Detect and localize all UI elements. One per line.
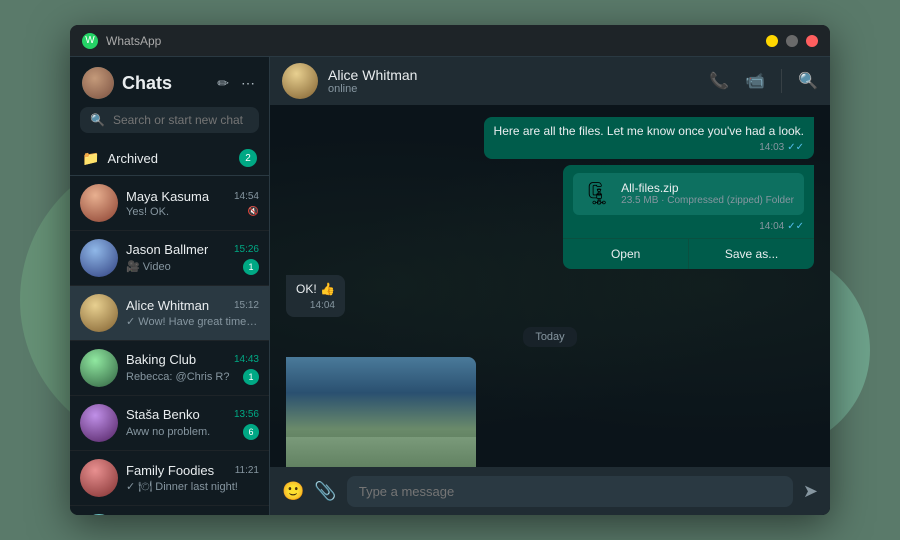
date-divider: Today [286, 327, 814, 347]
header-divider [781, 69, 782, 93]
date-divider-text: Today [523, 327, 576, 347]
message-row-image: So beautiful here! ❤️ 15:06 [286, 357, 814, 467]
avatar [80, 184, 118, 222]
video-call-icon[interactable]: 📹 [745, 71, 765, 91]
sidebar-title: Chats [122, 73, 207, 94]
chat-list: 📁 Archived 2 Maya Kasuma 14:54 Yes! OK. [70, 141, 269, 515]
file-info-row: 🗜 All-files.zip 23.5 MB · Compressed (zi… [573, 173, 804, 215]
chat-item[interactable]: Staša Benko 13:56 Aww no problem. 6 [70, 396, 269, 451]
message-time: 14:04 [759, 221, 784, 232]
chat-header: Alice Whitman online 📞 📹 🔍 [270, 57, 830, 105]
avatar [80, 459, 118, 497]
chat-item[interactable]: Family Foodies 11:21 ✓ 🍽 Dinner last nig… [70, 451, 269, 506]
message-input[interactable] [347, 476, 793, 507]
contact-info: Alice Whitman online [328, 67, 699, 95]
chat-item[interactable]: Baking Club 14:43 Rebecca: @Chris R? 1 [70, 341, 269, 396]
chat-item[interactable]: Maya Kasuma 14:54 Yes! OK. 🔇 [70, 176, 269, 231]
app-window: W WhatsApp — □ ✕ Chats ✏ ⋯ 🔍 [70, 25, 830, 515]
message-bubble: OK! 👍 14:04 [286, 275, 345, 317]
voice-call-icon[interactable]: 📞 [709, 71, 729, 91]
close-button[interactable]: ✕ [806, 35, 818, 47]
chat-info: Jason Ballmer 15:26 🎥 Video 1 [126, 242, 259, 275]
avatar [80, 349, 118, 387]
chat-info: Staša Benko 13:56 Aww no problem. 6 [126, 407, 259, 440]
chat-info: Maya Kasuma 14:54 Yes! OK. 🔇 [126, 189, 259, 218]
chat-item[interactable]: Mark Rogers 11:05 Nope. I can't go unfor… [70, 506, 269, 515]
muted-icon: 🔇 [248, 206, 259, 217]
input-bar: 🙂 📎 ➤ [270, 467, 830, 515]
search-input[interactable] [113, 113, 249, 127]
app-logo: W [82, 33, 98, 49]
chat-info: Baking Club 14:43 Rebecca: @Chris R? 1 [126, 352, 259, 385]
attach-icon[interactable]: 📎 [314, 481, 336, 502]
chat-panel: Alice Whitman online 📞 📹 🔍 Here are all … [270, 57, 830, 515]
window-controls: — □ ✕ [766, 35, 818, 47]
archived-label: Archived [107, 151, 231, 166]
search-messages-icon[interactable]: 🔍 [798, 71, 818, 91]
image-content [286, 357, 476, 467]
messages-area: Here are all the files. Let me know once… [270, 105, 830, 467]
file-bubble: 🗜 All-files.zip 23.5 MB · Compressed (zi… [563, 165, 814, 269]
message-text: Here are all the files. Let me know once… [494, 123, 804, 140]
user-avatar[interactable] [82, 67, 114, 99]
archived-badge: 2 [239, 149, 257, 167]
chat-header-actions: 📞 📹 🔍 [709, 69, 818, 93]
unread-badge: 6 [243, 424, 259, 440]
avatar [80, 404, 118, 442]
message-bubble: Here are all the files. Let me know once… [484, 117, 814, 159]
file-name: All-files.zip [621, 181, 794, 195]
menu-icon[interactable]: ⋯ [239, 73, 257, 94]
archive-icon: 📁 [82, 150, 99, 167]
emoji-icon[interactable]: 🙂 [282, 481, 304, 502]
send-button[interactable]: ➤ [803, 481, 818, 502]
avatar [80, 514, 118, 515]
search-bar: 🔍 [80, 107, 259, 133]
maximize-button[interactable]: □ [786, 35, 798, 47]
avatar [80, 239, 118, 277]
message-ticks: ✓✓ [787, 142, 804, 153]
chat-item[interactable]: Jason Ballmer 15:26 🎥 Video 1 [70, 231, 269, 286]
new-chat-icon[interactable]: ✏ [215, 73, 231, 94]
title-bar: W WhatsApp — □ ✕ [70, 25, 830, 57]
message-time: 14:03 [759, 142, 784, 153]
contact-name: Alice Whitman [328, 67, 699, 83]
file-actions: Open Save as... [563, 238, 814, 269]
file-details: All-files.zip 23.5 MB · Compressed (zipp… [621, 181, 794, 206]
app-title: WhatsApp [106, 34, 766, 48]
contact-status: online [328, 83, 699, 95]
chat-info: Family Foodies 11:21 ✓ 🍽 Dinner last nig… [126, 463, 259, 493]
avatar [80, 294, 118, 332]
sidebar-action-icons: ✏ ⋯ [215, 73, 257, 94]
message-row: Here are all the files. Let me know once… [286, 117, 814, 159]
search-icon: 🔍 [90, 113, 105, 127]
message-text: OK! 👍 [296, 281, 335, 298]
zip-file-icon: 🗜 [583, 181, 611, 207]
chat-info: Alice Whitman 15:12 ✓ Wow! Have great ti… [126, 298, 259, 328]
open-file-button[interactable]: Open [563, 239, 689, 269]
chat-item-active[interactable]: Alice Whitman 15:12 ✓ Wow! Have great ti… [70, 286, 269, 341]
unread-badge: 1 [243, 369, 259, 385]
message-time: 14:04 [310, 300, 335, 311]
message-row: OK! 👍 14:04 [286, 275, 814, 317]
minimize-button[interactable]: — [766, 35, 778, 47]
sidebar: Chats ✏ ⋯ 🔍 📁 Archived 2 [70, 57, 270, 515]
main-content: Chats ✏ ⋯ 🔍 📁 Archived 2 [70, 57, 830, 515]
message-row-file: 🗜 All-files.zip 23.5 MB · Compressed (zi… [286, 165, 814, 269]
archived-row[interactable]: 📁 Archived 2 [70, 141, 269, 176]
file-size: 23.5 MB · Compressed (zipped) Folder [621, 195, 794, 206]
message-ticks: ✓✓ [787, 221, 804, 232]
save-file-button[interactable]: Save as... [689, 239, 814, 269]
unread-badge: 1 [243, 259, 259, 275]
contact-avatar[interactable] [282, 63, 318, 99]
sidebar-header: Chats ✏ ⋯ [70, 57, 269, 107]
image-bubble: So beautiful here! ❤️ 15:06 [286, 357, 476, 467]
